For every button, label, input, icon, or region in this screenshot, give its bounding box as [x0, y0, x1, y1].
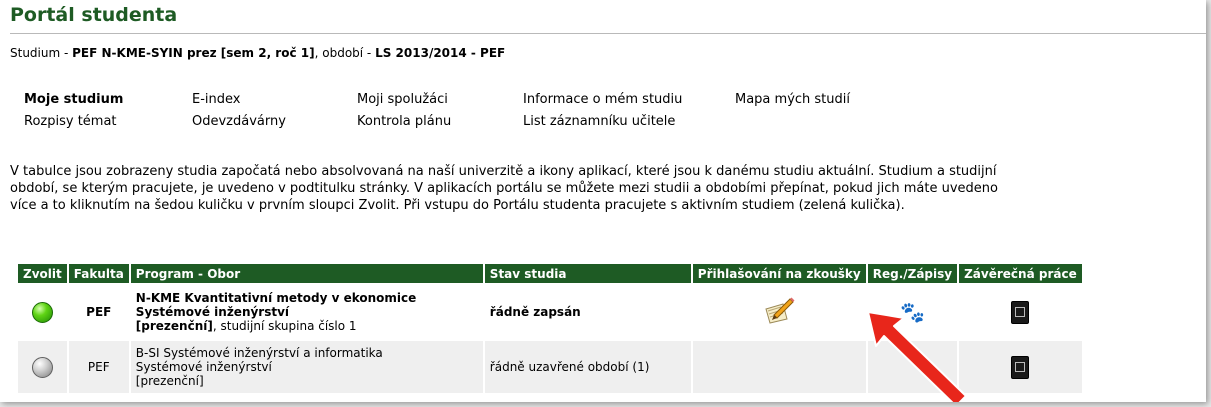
nav-list-zaznamniku[interactable]: List záznamníku učitele	[523, 114, 675, 129]
col-reg-zapisy: Reg./Zápisy	[865, 262, 960, 285]
subtitle-study: PEF N-KME-SYIN prez [sem 2, roč 1]	[72, 46, 315, 60]
study-group: , studijní skupina číslo 1	[212, 319, 357, 333]
program-name: B-SI Systémové inženýrství a informatika	[135, 346, 383, 360]
gray-ball-icon[interactable]	[31, 356, 53, 378]
form-group: [prezenční], studijní skupina číslo 1	[136, 319, 478, 333]
exam-cell	[690, 339, 868, 395]
nav-rozpisy-temat[interactable]: Rozpisy témat	[24, 114, 117, 129]
nav-e-index[interactable]: E-index	[192, 92, 240, 107]
exam-cell	[690, 283, 868, 341]
col-fakulta: Fakulta	[66, 262, 131, 285]
title-divider	[10, 33, 1206, 34]
subtitle-mid: , období -	[314, 46, 376, 60]
nav-odevzdavarny[interactable]: Odevzdávárny	[192, 114, 286, 129]
select-cell	[16, 283, 69, 341]
nav-kontrola-planu[interactable]: Kontrola plánu	[357, 114, 451, 129]
faculty-cell: PEF	[66, 339, 131, 395]
nav-moje-studium[interactable]: Moje studium	[24, 92, 123, 107]
col-stav-studia: Stav studia	[482, 262, 693, 285]
page-description: V tabulce jsou zobrazeny studia započatá…	[10, 164, 998, 213]
table-header-row: Zvolit Fakulta Program - Obor Stav studi…	[16, 262, 1084, 285]
portal-page: Portál studenta Studium - PEF N-KME-SYIN…	[0, 0, 1206, 402]
program-name: N-KME Kvantitativní metody v ekonomice	[135, 291, 417, 305]
exam-pencil-icon[interactable]	[762, 297, 796, 329]
program-cell: B-SI Systémové inženýrství a informatika…	[128, 339, 485, 395]
col-program-obor: Program - Obor	[128, 262, 485, 285]
page-subtitle: Studium - PEF N-KME-SYIN prez [sem 2, ro…	[10, 46, 505, 60]
subtitle-period: LS 2013/2014 - PEF	[375, 46, 506, 60]
select-cell	[16, 339, 69, 395]
page-title: Portál studenta	[10, 4, 178, 26]
subtitle-prefix: Studium -	[10, 46, 73, 60]
thesis-book-icon[interactable]	[1011, 300, 1030, 324]
status-cell: řádně zapsán	[482, 283, 693, 341]
col-zvolit: Zvolit	[16, 262, 69, 285]
col-zaverecna-prace: Závěrečná práce	[957, 262, 1084, 285]
faculty-cell: PEF	[66, 283, 131, 341]
nav-informace-o-studiu[interactable]: Informace o mém studiu	[523, 92, 682, 107]
green-ball-icon[interactable]	[31, 301, 53, 323]
thesis-book-icon[interactable]	[1011, 355, 1030, 379]
status-cell: řádně uzavřené období (1)	[482, 339, 693, 395]
red-arrow-icon	[867, 311, 967, 402]
field-name: Systémové inženýrství	[135, 305, 290, 319]
study-form: [prezenční]	[135, 374, 204, 388]
nav-moji-spoluzaci[interactable]: Moji spolužáci	[357, 92, 448, 107]
program-cell: N-KME Kvantitativní metody v ekonomice S…	[128, 283, 485, 341]
field-name: Systémové inženýrství	[135, 360, 272, 374]
col-prihlasovani: Přihlašování na zkoušky	[690, 262, 868, 285]
nav-mapa-studii[interactable]: Mapa mých studií	[735, 92, 850, 107]
study-form: [prezenční]	[135, 319, 213, 333]
